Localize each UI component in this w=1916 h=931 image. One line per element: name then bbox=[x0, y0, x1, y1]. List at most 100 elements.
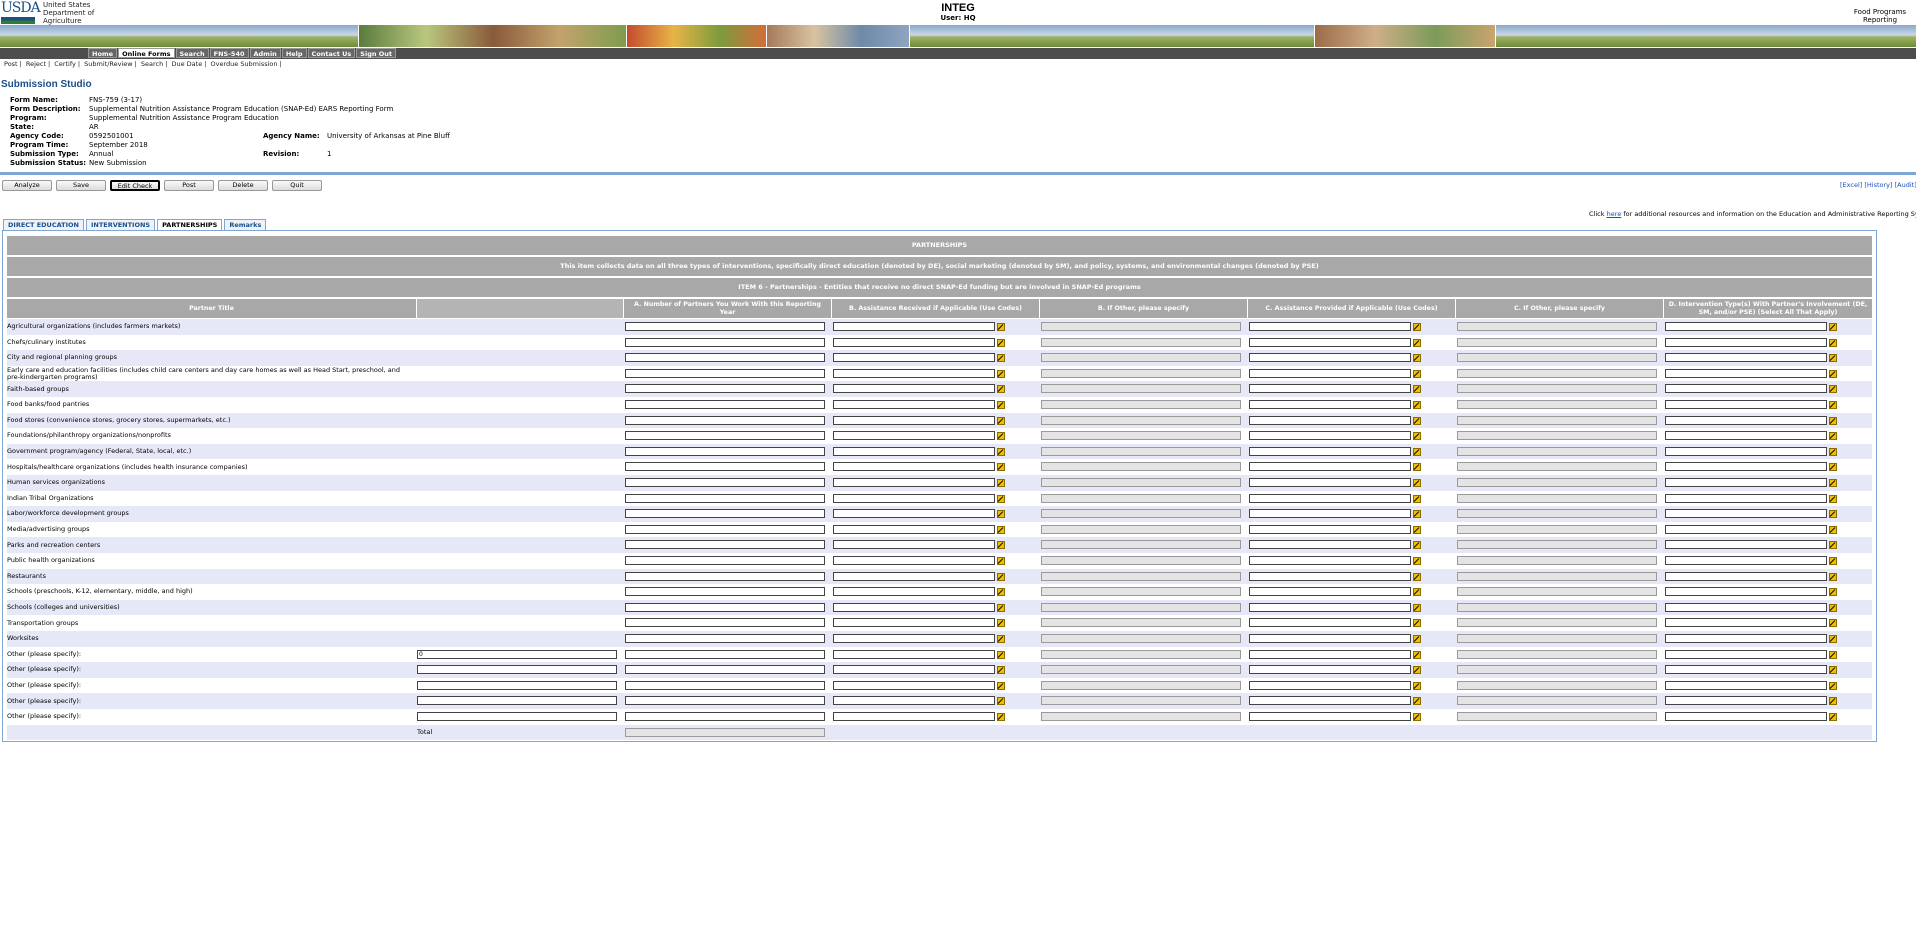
code-picker-icon[interactable] bbox=[1413, 384, 1421, 394]
code-picker-icon[interactable] bbox=[1413, 353, 1421, 363]
assistance-provided-input[interactable] bbox=[1249, 587, 1411, 597]
number-of-partners-input[interactable] bbox=[625, 712, 825, 721]
assistance-provided-input[interactable] bbox=[1249, 462, 1411, 472]
delete-button[interactable]: Delete bbox=[218, 180, 268, 191]
assistance-provided-input[interactable] bbox=[1249, 478, 1411, 487]
code-picker-icon[interactable] bbox=[997, 587, 1005, 597]
assistance-received-other-input[interactable] bbox=[1041, 431, 1241, 441]
code-picker-icon[interactable] bbox=[1829, 618, 1837, 628]
number-of-partners-input[interactable] bbox=[625, 493, 825, 503]
code-picker-icon[interactable] bbox=[1829, 338, 1837, 347]
assistance-provided-input[interactable] bbox=[1249, 571, 1411, 581]
code-picker-icon[interactable] bbox=[997, 322, 1005, 331]
number-of-partners-input[interactable] bbox=[625, 368, 825, 378]
code-picker-icon[interactable] bbox=[1829, 603, 1837, 612]
code-picker-icon[interactable] bbox=[1829, 696, 1837, 706]
other-specify-input[interactable] bbox=[417, 680, 617, 690]
assistance-received-input[interactable] bbox=[833, 618, 995, 628]
intervention-type-input[interactable] bbox=[1665, 322, 1827, 331]
code-picker-icon[interactable] bbox=[1413, 369, 1421, 378]
resources-link[interactable]: here bbox=[1607, 210, 1622, 218]
assistance-provided-input[interactable] bbox=[1249, 618, 1411, 628]
code-picker-icon[interactable] bbox=[1829, 665, 1837, 675]
assistance-received-other-input[interactable] bbox=[1041, 712, 1241, 721]
assistance-provided-input[interactable] bbox=[1249, 665, 1411, 675]
intervention-type-input[interactable] bbox=[1665, 509, 1827, 519]
code-picker-icon[interactable] bbox=[1413, 400, 1421, 409]
code-picker-icon[interactable] bbox=[997, 338, 1005, 347]
tab-partnerships[interactable]: PARTNERSHIPS bbox=[157, 219, 223, 230]
assistance-provided-other-input[interactable] bbox=[1457, 649, 1657, 659]
code-picker-icon[interactable] bbox=[1829, 572, 1837, 581]
assistance-received-other-input[interactable] bbox=[1041, 587, 1241, 597]
other-specify-input[interactable] bbox=[417, 696, 617, 706]
intervention-type-input[interactable] bbox=[1665, 462, 1827, 472]
intervention-type-input[interactable] bbox=[1665, 493, 1827, 503]
assistance-received-other-input[interactable] bbox=[1041, 665, 1241, 675]
assistance-received-other-input[interactable] bbox=[1041, 493, 1241, 503]
assistance-provided-input[interactable] bbox=[1249, 493, 1411, 503]
assistance-received-input[interactable] bbox=[833, 368, 995, 378]
other-specify-input[interactable] bbox=[417, 712, 617, 721]
save-button[interactable]: Save bbox=[56, 180, 106, 191]
assistance-received-other-input[interactable] bbox=[1041, 571, 1241, 581]
assistance-received-other-input[interactable] bbox=[1041, 322, 1241, 331]
assistance-provided-other-input[interactable] bbox=[1457, 462, 1657, 472]
assistance-provided-input[interactable] bbox=[1249, 322, 1411, 331]
code-picker-icon[interactable] bbox=[997, 416, 1005, 425]
assistance-received-input[interactable] bbox=[833, 696, 995, 706]
number-of-partners-input[interactable] bbox=[625, 509, 825, 519]
assistance-received-input[interactable] bbox=[833, 431, 995, 441]
assistance-received-input[interactable] bbox=[833, 493, 995, 503]
assistance-received-input[interactable] bbox=[833, 587, 995, 597]
code-picker-icon[interactable] bbox=[1413, 478, 1421, 487]
code-picker-icon[interactable] bbox=[997, 353, 1005, 363]
code-picker-icon[interactable] bbox=[1413, 587, 1421, 597]
code-picker-icon[interactable] bbox=[1829, 494, 1837, 503]
assistance-received-input[interactable] bbox=[833, 509, 995, 519]
assistance-provided-input[interactable] bbox=[1249, 602, 1411, 612]
assistance-received-other-input[interactable] bbox=[1041, 649, 1241, 659]
code-picker-icon[interactable] bbox=[997, 603, 1005, 612]
intervention-type-input[interactable] bbox=[1665, 478, 1827, 487]
code-picker-icon[interactable] bbox=[1829, 447, 1837, 456]
assistance-received-input[interactable] bbox=[833, 665, 995, 675]
number-of-partners-input[interactable] bbox=[625, 400, 825, 409]
tab-interventions[interactable]: INTERVENTIONS bbox=[85, 219, 156, 230]
assistance-provided-other-input[interactable] bbox=[1457, 400, 1657, 409]
assistance-provided-other-input[interactable] bbox=[1457, 540, 1657, 550]
assistance-provided-input[interactable] bbox=[1249, 353, 1411, 363]
number-of-partners-input[interactable] bbox=[625, 556, 825, 565]
assistance-received-input[interactable] bbox=[833, 712, 995, 721]
code-picker-icon[interactable] bbox=[997, 650, 1005, 659]
sub-nav-due-date[interactable]: Due Date bbox=[169, 60, 204, 68]
number-of-partners-input[interactable] bbox=[625, 571, 825, 581]
assistance-received-input[interactable] bbox=[833, 556, 995, 565]
edit-check-button[interactable]: Edit Check bbox=[110, 180, 160, 191]
number-of-partners-input[interactable] bbox=[625, 680, 825, 690]
assistance-received-other-input[interactable] bbox=[1041, 400, 1241, 409]
sub-nav-overdue-submission[interactable]: Overdue Submission bbox=[208, 60, 279, 68]
assistance-provided-other-input[interactable] bbox=[1457, 680, 1657, 690]
intervention-type-input[interactable] bbox=[1665, 540, 1827, 550]
intervention-type-input[interactable] bbox=[1665, 446, 1827, 456]
tab-direct-education[interactable]: DIRECT EDUCATION bbox=[3, 219, 84, 230]
assistance-provided-other-input[interactable] bbox=[1457, 446, 1657, 456]
number-of-partners-input[interactable] bbox=[625, 602, 825, 612]
assistance-provided-other-input[interactable] bbox=[1457, 571, 1657, 581]
assistance-received-other-input[interactable] bbox=[1041, 618, 1241, 628]
code-picker-icon[interactable] bbox=[1413, 447, 1421, 456]
code-picker-icon[interactable] bbox=[1413, 712, 1421, 721]
number-of-partners-input[interactable] bbox=[625, 353, 825, 363]
assistance-provided-other-input[interactable] bbox=[1457, 665, 1657, 675]
assistance-received-input[interactable] bbox=[833, 415, 995, 425]
assistance-received-other-input[interactable] bbox=[1041, 540, 1241, 550]
intervention-type-input[interactable] bbox=[1665, 618, 1827, 628]
nav-contact-us[interactable]: Contact Us bbox=[307, 48, 356, 58]
analyze-button[interactable]: Analyze bbox=[2, 180, 52, 191]
intervention-type-input[interactable] bbox=[1665, 384, 1827, 394]
sub-nav-reject[interactable]: Reject bbox=[24, 60, 48, 68]
code-picker-icon[interactable] bbox=[997, 478, 1005, 487]
sub-nav-submit-review[interactable]: Submit/Review bbox=[82, 60, 134, 68]
other-specify-input[interactable]: 0 bbox=[417, 649, 617, 659]
